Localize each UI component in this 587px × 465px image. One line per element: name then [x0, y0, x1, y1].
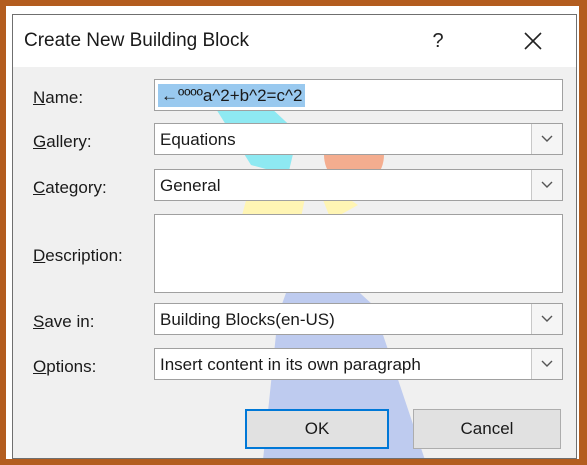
options-dropdown[interactable]: Insert content in its own paragraph: [154, 348, 563, 380]
ok-button[interactable]: OK: [245, 409, 389, 449]
category-dropdown-button[interactable]: [531, 170, 562, 200]
gallery-label-text: allery:: [46, 132, 92, 151]
help-button[interactable]: ?: [408, 19, 468, 63]
name-field[interactable]: ←ººººa^2+b^2=c^2: [154, 79, 563, 111]
options-dropdown-button[interactable]: [531, 349, 562, 379]
category-dropdown[interactable]: General: [154, 169, 563, 201]
chevron-down-icon: [541, 360, 553, 367]
chevron-down-icon: [541, 135, 553, 142]
name-label-key: N: [33, 88, 46, 107]
category-label-key: C: [33, 178, 46, 197]
name-value: ←ººººa^2+b^2=c^2: [158, 84, 306, 107]
save-in-label: Save in:: [33, 312, 94, 332]
options-label-key: O: [33, 357, 47, 376]
description-label: Description:: [33, 246, 123, 266]
options-value: Insert content in its own paragraph: [160, 355, 421, 374]
chevron-down-icon: [541, 315, 553, 322]
gallery-label: Gallery:: [33, 132, 92, 152]
description-field[interactable]: [154, 214, 563, 293]
category-label-text: ategory:: [45, 178, 107, 197]
gallery-dropdown[interactable]: Equations: [154, 123, 563, 155]
category-label: Category:: [33, 178, 107, 198]
dialog-title: Create New Building Block: [24, 30, 249, 51]
cancel-button[interactable]: Cancel: [413, 409, 561, 449]
save-in-dropdown[interactable]: Building Blocks(en-US): [154, 303, 563, 335]
create-building-block-dialog: Create New Building Block ? Name: ←ººººa…: [12, 14, 577, 459]
options-label-text: ptions:: [46, 357, 97, 376]
gallery-dropdown-button[interactable]: [531, 124, 562, 154]
options-label: Options:: [33, 357, 96, 377]
gallery-label-key: G: [33, 132, 47, 151]
save-in-value: Building Blocks(en-US): [160, 310, 335, 329]
name-label-text: ame:: [45, 88, 84, 107]
title-bar: Create New Building Block ?: [13, 15, 576, 67]
close-button[interactable]: [503, 19, 563, 63]
save-in-label-text: ave in:: [44, 312, 95, 331]
description-label-key: D: [33, 246, 46, 265]
name-label: Name:: [33, 88, 83, 108]
category-value: General: [160, 176, 221, 195]
save-in-dropdown-button[interactable]: [531, 304, 562, 334]
chevron-down-icon: [541, 181, 553, 188]
description-label-text: escription:: [45, 246, 123, 265]
save-in-label-key: S: [33, 312, 45, 331]
gallery-value: Equations: [160, 130, 236, 149]
close-icon: [524, 32, 542, 50]
